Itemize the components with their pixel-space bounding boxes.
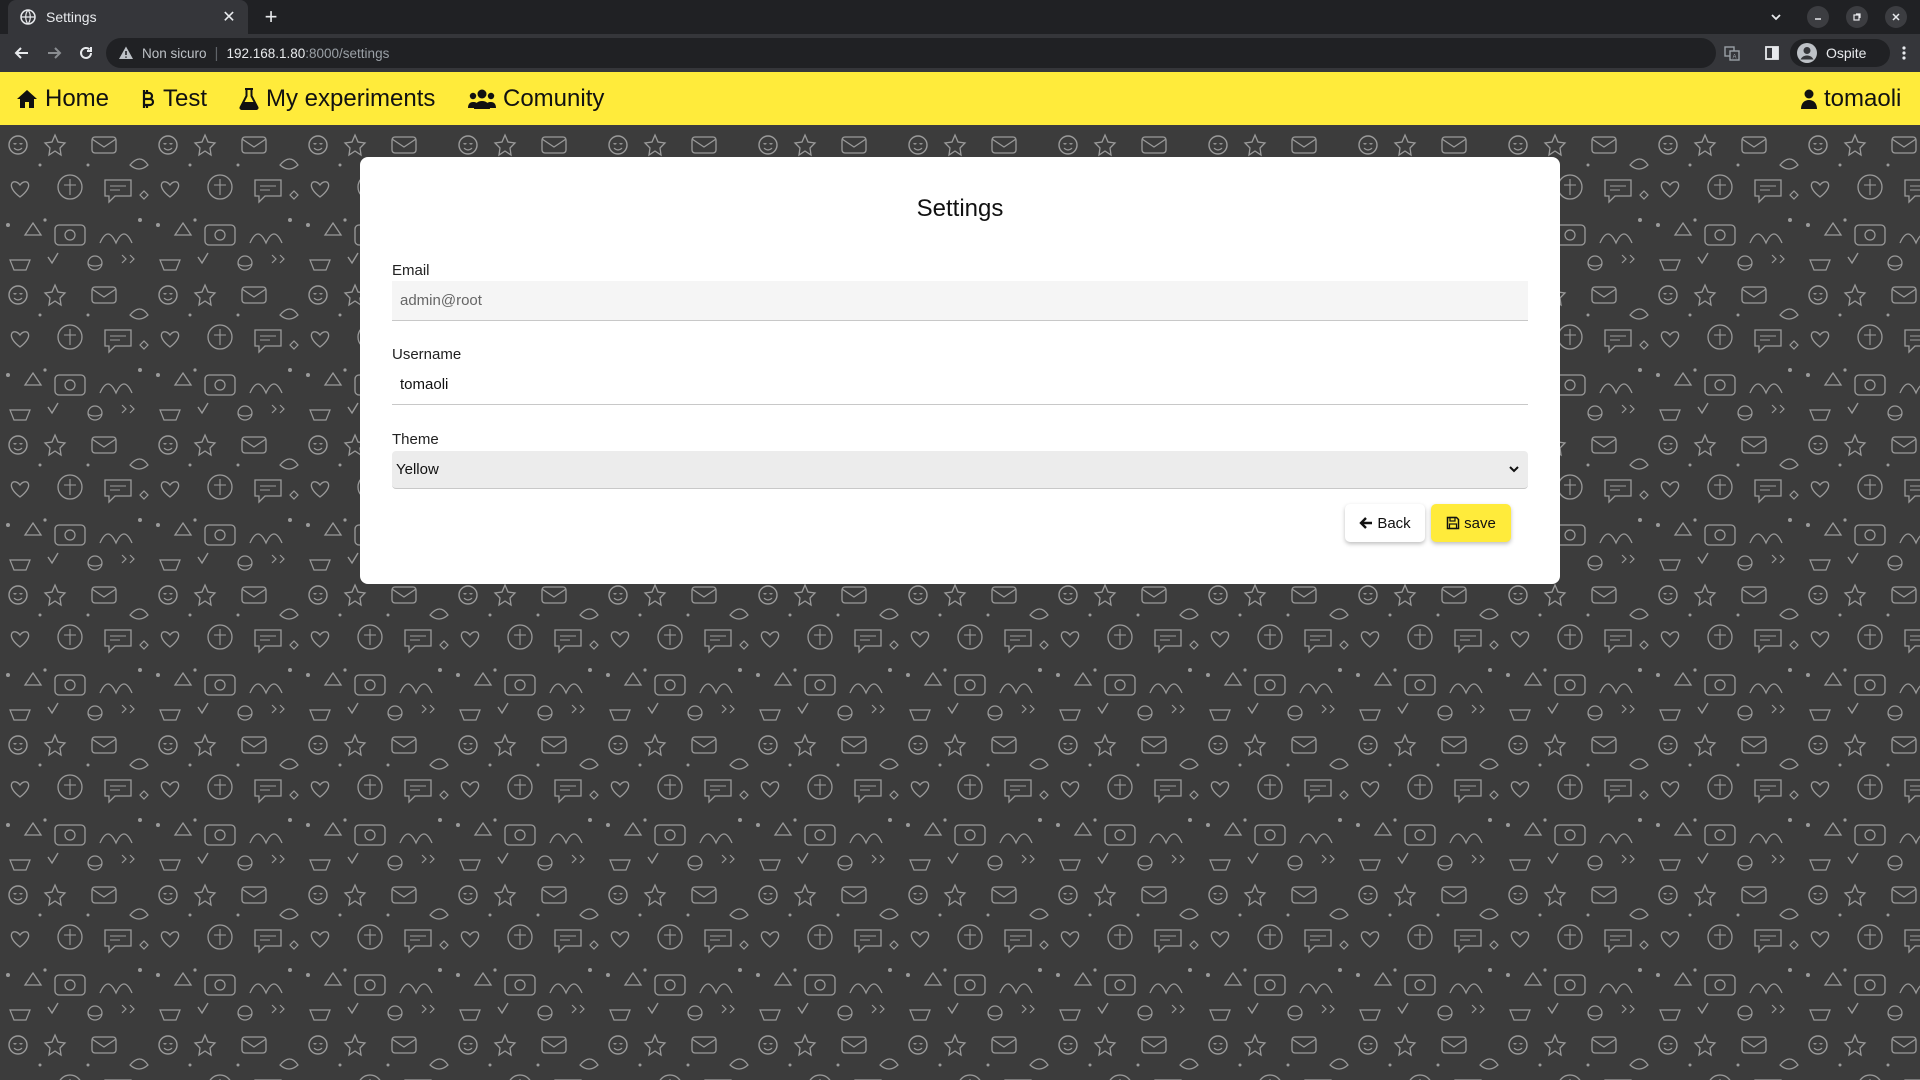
restore-icon[interactable] bbox=[1846, 6, 1868, 28]
home-icon bbox=[17, 89, 37, 108]
profile-button[interactable]: Ospite bbox=[1790, 39, 1890, 67]
username-field[interactable] bbox=[392, 365, 1528, 405]
page-title: Settings bbox=[916, 195, 1004, 222]
side-panel-icon[interactable] bbox=[1762, 43, 1782, 63]
nav-user[interactable]: tomaoli bbox=[1801, 72, 1901, 125]
nav-community-label: Comunity bbox=[503, 84, 605, 112]
nav-test-label: Test bbox=[163, 84, 208, 112]
nav-home-label: Home bbox=[45, 84, 110, 112]
users-icon bbox=[468, 89, 496, 109]
theme-label: Theme bbox=[392, 431, 439, 448]
translate-icon[interactable]: A bbox=[1722, 43, 1742, 63]
url-host: 192.168.1.80 bbox=[226, 45, 306, 61]
save-button-label: save bbox=[1464, 514, 1496, 532]
back-arrow-icon[interactable] bbox=[11, 42, 33, 64]
url-path: :8000/settings bbox=[305, 45, 390, 61]
nav-home[interactable]: Home bbox=[16, 72, 109, 125]
warning-icon[interactable] bbox=[118, 45, 134, 61]
svg-text:A: A bbox=[1733, 55, 1737, 61]
browser-toolbar: Non sicuro | 192.168.1.80 :8000/settings… bbox=[0, 34, 1920, 72]
browser-tab-bar: Settings ✕ + bbox=[0, 0, 1920, 34]
minimize-icon[interactable] bbox=[1807, 6, 1829, 28]
nav-user-label: tomaoli bbox=[1824, 84, 1902, 112]
url-divider: | bbox=[214, 44, 219, 62]
nav-experiments[interactable]: My experiments bbox=[239, 72, 435, 125]
nav-community[interactable]: Comunity bbox=[468, 72, 604, 125]
back-button-label: Back bbox=[1377, 514, 1411, 532]
tab-title: Settings bbox=[46, 9, 97, 25]
forward-arrow-icon[interactable] bbox=[43, 42, 65, 64]
email-field[interactable] bbox=[392, 281, 1528, 321]
reload-icon[interactable] bbox=[75, 42, 97, 64]
site-navbar: Home Test My experiments Comunity tomaol… bbox=[0, 72, 1920, 125]
address-bar[interactable]: Non sicuro | 192.168.1.80 :8000/settings bbox=[106, 38, 1716, 68]
back-button[interactable]: Back bbox=[1345, 504, 1425, 542]
close-window-icon[interactable] bbox=[1885, 6, 1907, 28]
profile-label: Ospite bbox=[1826, 45, 1867, 61]
guest-avatar-icon bbox=[1796, 42, 1818, 64]
save-button[interactable]: save bbox=[1431, 504, 1511, 542]
insecure-label[interactable]: Non sicuro bbox=[142, 46, 207, 61]
browser-tab[interactable]: Settings ✕ bbox=[8, 0, 248, 34]
theme-selected-value: Yellow bbox=[396, 461, 439, 478]
nav-experiments-label: My experiments bbox=[266, 84, 436, 112]
settings-card: Settings Email Username Theme Yellow Bac… bbox=[360, 157, 1560, 584]
close-tab-icon[interactable]: ✕ bbox=[220, 8, 238, 26]
username-label: Username bbox=[392, 346, 462, 363]
globe-icon bbox=[20, 9, 36, 25]
arrow-left-icon bbox=[1359, 517, 1373, 529]
nav-test[interactable]: Test bbox=[140, 72, 207, 125]
bitcoin-icon bbox=[142, 89, 155, 108]
tab-search-icon[interactable] bbox=[1765, 6, 1787, 28]
new-tab-button[interactable]: + bbox=[258, 4, 284, 30]
theme-select[interactable]: Yellow bbox=[392, 451, 1528, 489]
email-label: Email bbox=[392, 262, 430, 279]
floppy-disk-icon bbox=[1446, 516, 1460, 530]
menu-kebab-icon[interactable] bbox=[1894, 43, 1914, 63]
user-icon bbox=[1801, 89, 1817, 109]
flask-icon bbox=[239, 87, 259, 110]
chevron-down-icon bbox=[1508, 462, 1520, 479]
